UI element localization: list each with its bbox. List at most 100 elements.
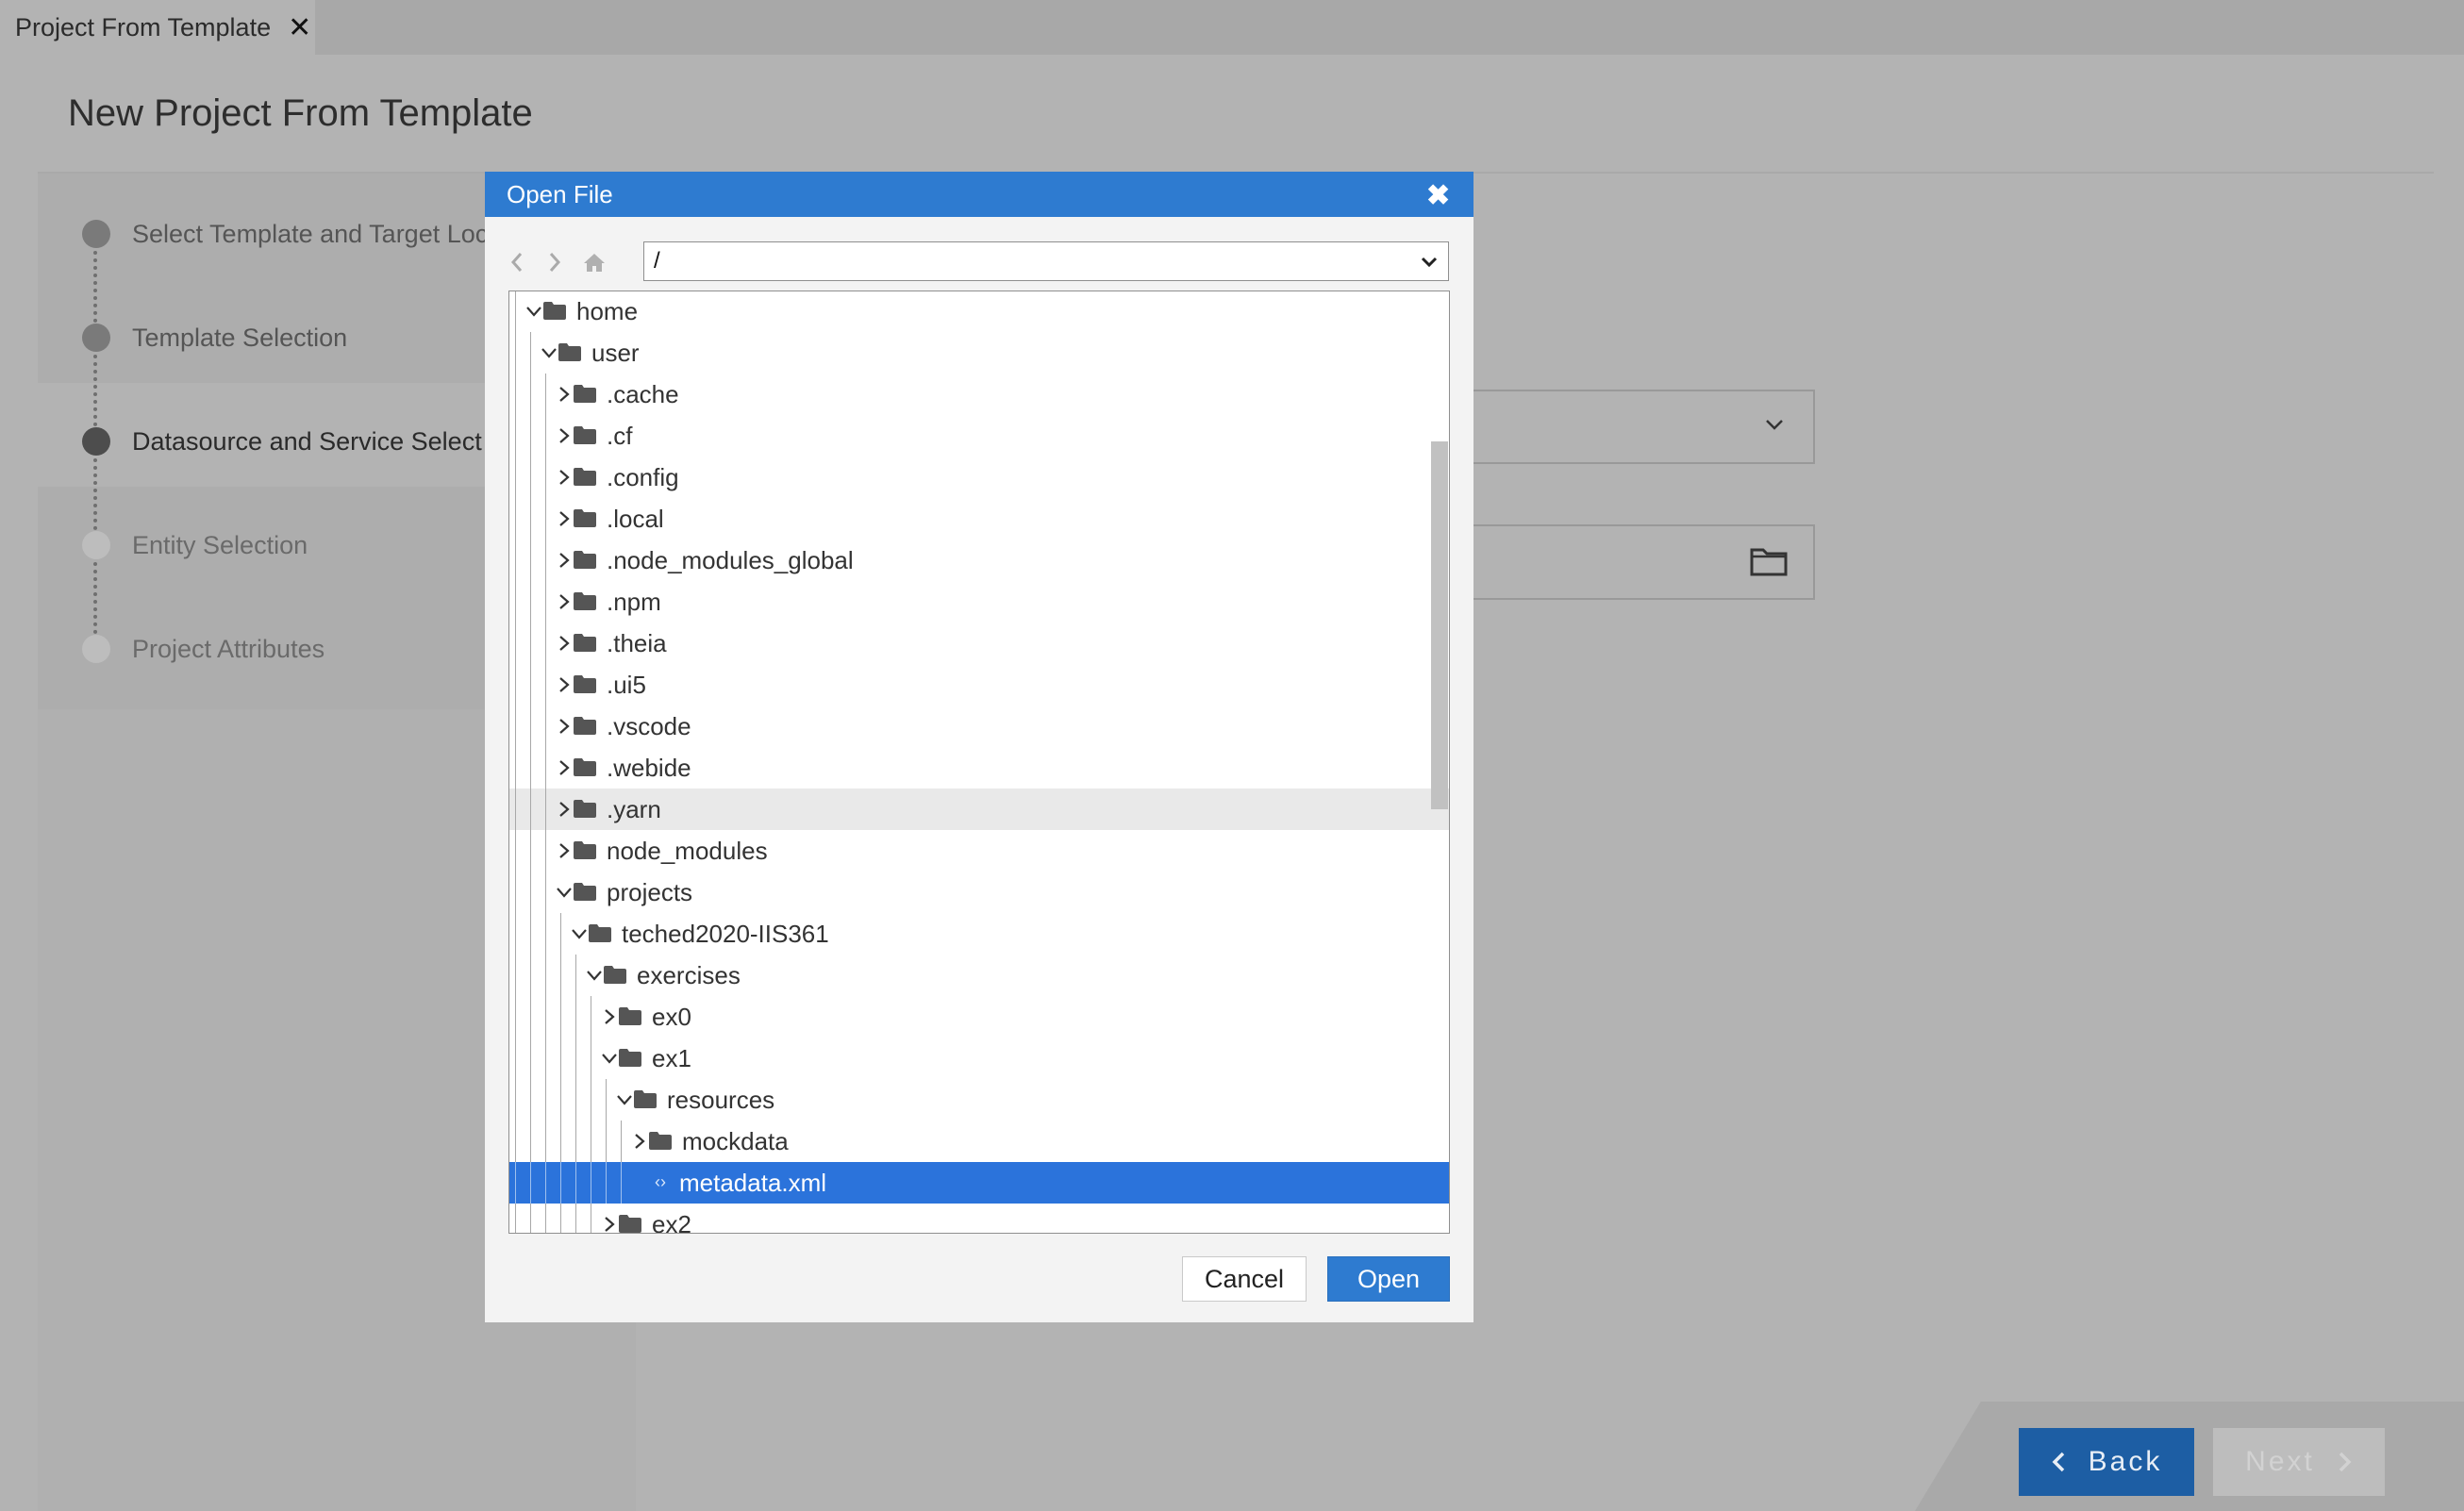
tree-indent-guide	[621, 1121, 622, 1162]
tree-folder-row[interactable]: node_modules	[509, 830, 1449, 872]
tree-indent-guide	[515, 1079, 516, 1121]
nav-back-icon[interactable]	[504, 249, 530, 275]
step-4-indicator	[82, 531, 110, 559]
file-tree[interactable]: home user .cache .cf .config .local .node_modu…	[508, 291, 1450, 1234]
tree-folder-row[interactable]: .theia	[509, 623, 1449, 664]
chevron-right-icon[interactable]	[555, 717, 574, 736]
tree-folder-row[interactable]: .npm	[509, 581, 1449, 623]
tree-indent-guide	[545, 664, 546, 706]
folder-icon	[574, 468, 596, 486]
tree-indent-guide	[530, 955, 531, 996]
tree-item-label: ex1	[652, 1044, 691, 1072]
tree-indent-guide	[545, 1162, 546, 1204]
tree-folder-row[interactable]: .config	[509, 457, 1449, 498]
step-1-label[interactable]: Select Template and Target Loc	[132, 220, 488, 249]
step-connector	[93, 458, 97, 530]
chevron-right-icon[interactable]	[630, 1132, 649, 1151]
tree-folder-row[interactable]: .node_modules_global	[509, 540, 1449, 581]
tree-indent-guide	[545, 706, 546, 747]
tree-indent-guide	[545, 996, 546, 1038]
chevron-down-icon[interactable]	[540, 343, 558, 362]
step-2-label[interactable]: Template Selection	[132, 324, 347, 353]
chevron-right-icon[interactable]	[555, 800, 574, 819]
chevron-down-icon[interactable]	[600, 1049, 619, 1068]
chevron-down-icon[interactable]	[585, 966, 604, 985]
tree-indent-guide	[575, 1121, 576, 1162]
tree-folder-row[interactable]: ex1	[509, 1038, 1449, 1079]
tree-folder-row[interactable]: exercises	[509, 955, 1449, 996]
tree-indent-guide	[515, 623, 516, 664]
cancel-button[interactable]: Cancel	[1182, 1256, 1307, 1302]
tree-indent-guide	[545, 830, 546, 872]
chevron-right-icon[interactable]	[555, 509, 574, 528]
tree-folder-row[interactable]: ex0	[509, 996, 1449, 1038]
tree-indent-guide	[515, 332, 516, 374]
tree-folder-row[interactable]: .cache	[509, 374, 1449, 415]
tree-folder-row[interactable]: mockdata	[509, 1121, 1449, 1162]
tree-item-label: ex0	[652, 1003, 691, 1031]
tree-file-row[interactable]: ‹› metadata.xml	[509, 1162, 1449, 1204]
tree-indent-guide	[515, 706, 516, 747]
chevron-right-icon[interactable]	[555, 426, 574, 445]
tree-indent-guide	[560, 1121, 561, 1162]
chevron-right-icon[interactable]	[555, 592, 574, 611]
next-button-label: Next	[2245, 1446, 2315, 1477]
tree-folder-row[interactable]: .local	[509, 498, 1449, 540]
chevron-right-icon[interactable]	[555, 675, 574, 694]
chevron-right-icon[interactable]	[555, 385, 574, 404]
chevron-down-icon[interactable]	[555, 883, 574, 902]
tree-folder-row[interactable]: ex2	[509, 1204, 1449, 1233]
tree-item-label: projects	[607, 878, 693, 906]
step-3-label[interactable]: Datasource and Service Select	[132, 427, 482, 457]
tree-indent-guide	[530, 1204, 531, 1233]
metadata-file-field[interactable]	[1464, 524, 1815, 600]
tree-folder-row[interactable]: .webide	[509, 747, 1449, 789]
tree-item-label: .local	[607, 505, 664, 533]
chevron-down-icon	[1766, 420, 1783, 430]
close-icon[interactable]: ✖	[1426, 179, 1450, 212]
chevron-right-icon[interactable]	[555, 634, 574, 653]
chevron-right-icon[interactable]	[600, 1007, 619, 1026]
tree-folder-row[interactable]: .ui5	[509, 664, 1449, 706]
chevron-right-icon[interactable]	[555, 468, 574, 487]
tree-folder-row[interactable]: .vscode	[509, 706, 1449, 747]
tree-indent-guide	[575, 1038, 576, 1079]
tab-close-icon[interactable]: ✕	[288, 11, 311, 44]
folder-icon	[558, 343, 581, 361]
tree-indent-guide	[530, 1079, 531, 1121]
folder-browse-icon[interactable]	[1749, 545, 1789, 577]
chevron-right-icon[interactable]	[555, 551, 574, 570]
tree-indent-guide	[530, 1038, 531, 1079]
nav-forward-icon[interactable]	[541, 249, 568, 275]
datasource-select[interactable]	[1464, 390, 1815, 464]
tree-scrollbar[interactable]	[1431, 441, 1448, 809]
tree-indent-guide	[606, 1079, 607, 1121]
tree-folder-row[interactable]: projects	[509, 872, 1449, 913]
step-connector	[93, 355, 97, 426]
tree-folder-row[interactable]: resources	[509, 1079, 1449, 1121]
home-icon[interactable]	[581, 249, 608, 275]
chevron-right-icon[interactable]	[555, 758, 574, 777]
tree-indent-guide	[515, 457, 516, 498]
next-button[interactable]: Next	[2213, 1428, 2385, 1496]
tree-folder-row[interactable]: home	[509, 291, 1449, 332]
chevron-right-icon[interactable]	[555, 841, 574, 860]
tree-indent-guide	[560, 913, 561, 955]
back-button[interactable]: Back	[2019, 1428, 2194, 1496]
tab-project-from-template[interactable]: Project From Template ✕	[0, 0, 315, 55]
step-3-indicator	[82, 427, 110, 456]
folder-icon	[574, 717, 596, 735]
tree-folder-row[interactable]: user	[509, 332, 1449, 374]
chevron-right-icon[interactable]	[600, 1215, 619, 1233]
tree-folder-row[interactable]: .yarn	[509, 789, 1449, 830]
tree-indent-guide	[545, 913, 546, 955]
folder-icon	[574, 841, 596, 859]
open-button[interactable]: Open	[1327, 1256, 1450, 1302]
path-select[interactable]: /	[643, 241, 1449, 281]
chevron-down-icon[interactable]	[524, 302, 543, 321]
chevron-down-icon[interactable]	[615, 1090, 634, 1109]
tree-indent-guide	[545, 747, 546, 789]
tree-folder-row[interactable]: .cf	[509, 415, 1449, 457]
tree-folder-row[interactable]: teched2020-IIS361	[509, 913, 1449, 955]
chevron-down-icon[interactable]	[570, 924, 589, 943]
